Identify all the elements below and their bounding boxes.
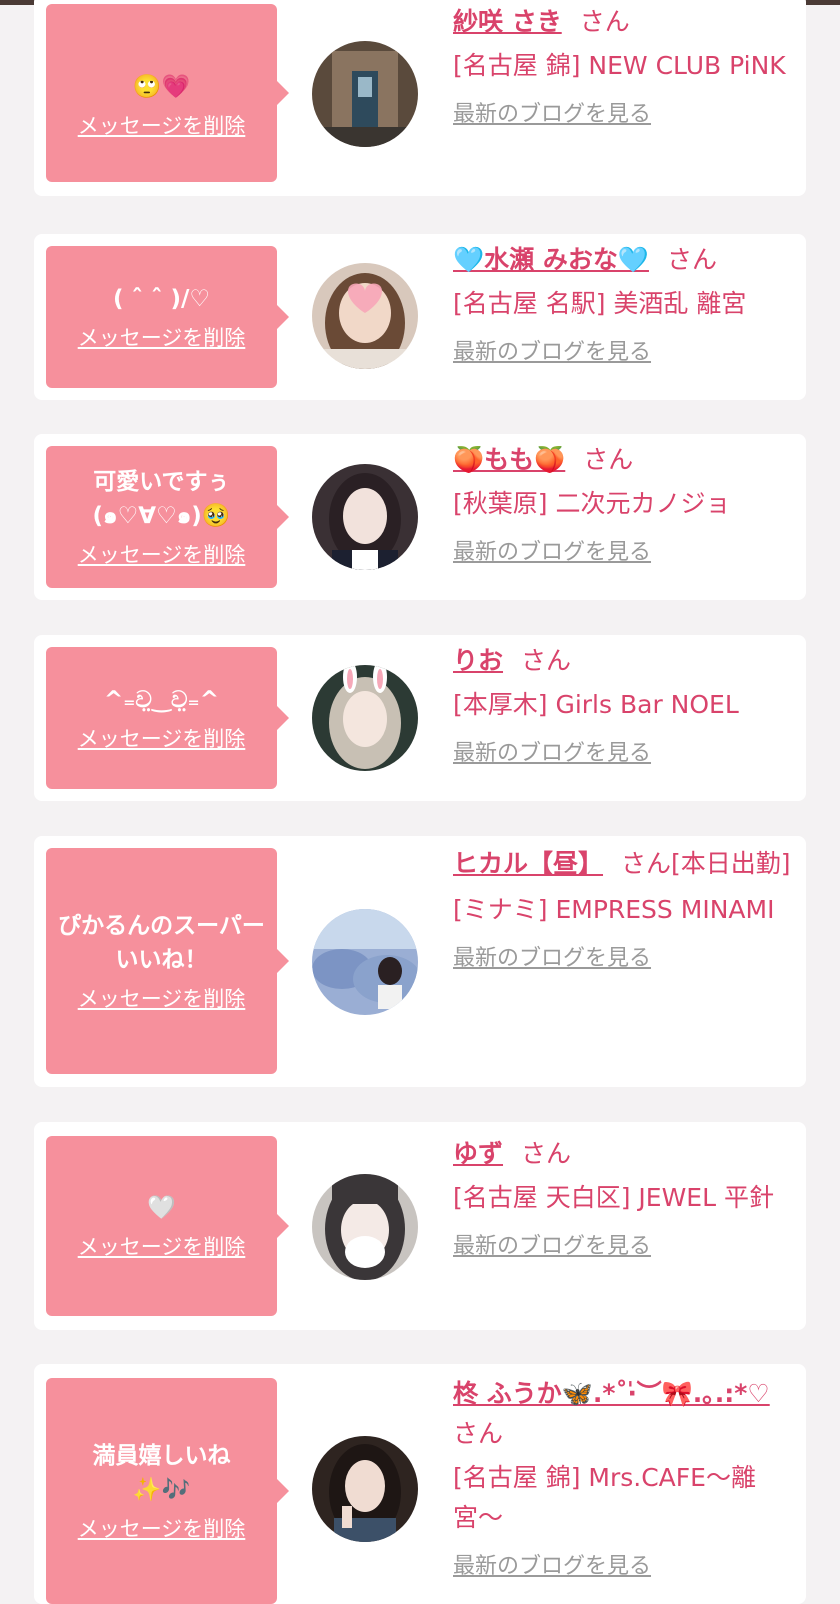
message-bubble: 可愛いですぅ(๑♡∀♡๑)🥹 メッセージを削除 — [46, 446, 289, 588]
honorific: さん — [583, 445, 634, 474]
honorific: さん — [579, 7, 630, 36]
delete-message-link[interactable]: メッセージを削除 — [78, 324, 246, 352]
latest-blog-link[interactable]: 最新のブログを見る — [453, 1552, 651, 1582]
profile-name-link[interactable]: ヒカル【昼】 — [453, 849, 603, 878]
honorific: さん — [521, 1139, 572, 1168]
delete-message-link[interactable]: メッセージを削除 — [78, 541, 246, 569]
avatar[interactable] — [312, 1436, 418, 1542]
latest-blog-link[interactable]: 最新のブログを見る — [453, 100, 651, 130]
message-bubble: ぴかるんのスーパーいいね！ メッセージを削除 — [46, 848, 289, 1074]
profile-info: ヒカル【昼】 さん[本日出勤] [ミナミ] EMPRESS MINAMI 最新のブ… — [453, 842, 795, 974]
list-item: ^₌ව̤‿ව̤₌^ メッセージを削除 りお さん [本厚木] Girls Bar … — [34, 635, 806, 801]
avatar[interactable] — [312, 909, 418, 1015]
avatar[interactable] — [312, 41, 418, 147]
list-item: 🤍 メッセージを削除 ゆず さん [名古屋 天白区] JEWEL 平針 最新のブロ… — [34, 1122, 806, 1330]
delete-message-link[interactable]: メッセージを削除 — [78, 1515, 246, 1543]
delete-message-link[interactable]: メッセージを削除 — [78, 112, 246, 140]
profile-info: 🩵水瀬 みおな🩵 さん [名古屋 名駅] 美酒乱 離宮 最新のブログを見る — [453, 240, 795, 368]
message-text: 満員嬉しいね✨🎶 — [92, 1443, 231, 1503]
profile-name-link[interactable]: 紗咲 さき — [453, 7, 562, 36]
shop-info: [本厚木] Girls Bar NOEL — [453, 690, 739, 719]
message-text: ^₌ව̤‿ව̤₌^ — [104, 687, 219, 713]
honorific: さん — [666, 245, 717, 274]
latest-blog-link[interactable]: 最新のブログを見る — [453, 1232, 651, 1262]
message-bubble: 満員嬉しいね✨🎶 メッセージを削除 — [46, 1378, 289, 1604]
list-item: ( ˆ ˆ )/♡ メッセージを削除 🩵水瀬 みおな🩵 さん [名古屋 名駅] 美… — [34, 234, 806, 400]
profile-name-link[interactable]: ゆず — [453, 1139, 503, 1168]
message-bubble: ( ˆ ˆ )/♡ メッセージを削除 — [46, 246, 289, 388]
profile-name-link[interactable]: 🩵水瀬 みおな🩵 — [453, 245, 649, 274]
delete-message-link[interactable]: メッセージを削除 — [78, 1233, 246, 1261]
profile-info: 紗咲 さき さん [名古屋 錦] NEW CLUB PiNK 最新のブログを見る — [453, 2, 795, 130]
shop-info: [秋葉原] 二次元カノジョ — [453, 489, 731, 518]
list-item: 🙄💗 メッセージを削除 紗咲 さき さん [名古屋 錦] NEW CLUB PiN… — [34, 0, 806, 196]
profile-info: 🍑もも🍑 さん [秋葉原] 二次元カノジョ 最新のブログを見る — [453, 440, 795, 568]
shop-info: [名古屋 名駅] 美酒乱 離宮 — [453, 289, 747, 318]
list-item: ぴかるんのスーパーいいね！ メッセージを削除 ヒカル【昼】 さん[本日出勤] [ミ… — [34, 836, 806, 1087]
honorific: さん — [453, 1419, 504, 1448]
message-bubble: 🙄💗 メッセージを削除 — [46, 4, 289, 182]
message-text: 可愛いですぅ(๑♡∀♡๑)🥹 — [92, 469, 231, 529]
list-item: 満員嬉しいね✨🎶 メッセージを削除 柊 ふうか🦋.*˚‧̍︎︶🎀.｡.:*♡ さん… — [34, 1364, 806, 1604]
latest-blog-link[interactable]: 最新のブログを見る — [453, 338, 651, 368]
avatar[interactable] — [312, 263, 418, 369]
honorific: さん[本日出勤] — [621, 849, 791, 878]
profile-name-link[interactable]: 柊 ふうか🦋.*˚‧̍︎︶🎀.｡.:*♡ — [453, 1379, 770, 1408]
profile-info: りお さん [本厚木] Girls Bar NOEL 最新のブログを見る — [453, 641, 795, 769]
avatar[interactable] — [312, 464, 418, 570]
shop-info: [名古屋 錦] Mrs.CAFE〜離宮〜 — [453, 1463, 756, 1532]
profile-info: ゆず さん [名古屋 天白区] JEWEL 平針 最新のブログを見る — [453, 1134, 795, 1262]
message-text: ( ˆ ˆ )/♡ — [112, 286, 211, 312]
avatar[interactable] — [312, 665, 418, 771]
honorific: さん — [521, 646, 572, 675]
delete-message-link[interactable]: メッセージを削除 — [78, 725, 246, 753]
message-text: ぴかるんのスーパーいいね！ — [58, 913, 265, 973]
shop-info: [名古屋 天白区] JEWEL 平針 — [453, 1183, 774, 1212]
delete-message-link[interactable]: メッセージを削除 — [78, 985, 246, 1013]
message-text: 🤍 — [147, 1195, 176, 1221]
profile-name-link[interactable]: 🍑もも🍑 — [453, 445, 565, 474]
latest-blog-link[interactable]: 最新のブログを見る — [453, 944, 651, 974]
latest-blog-link[interactable]: 最新のブログを見る — [453, 538, 651, 568]
profile-name-link[interactable]: りお — [453, 646, 503, 675]
message-text: 🙄💗 — [132, 74, 191, 100]
avatar[interactable] — [312, 1174, 418, 1280]
shop-info: [ミナミ] EMPRESS MINAMI — [453, 895, 775, 924]
shop-info: [名古屋 錦] NEW CLUB PiNK — [453, 51, 786, 80]
latest-blog-link[interactable]: 最新のブログを見る — [453, 739, 651, 769]
message-bubble: ^₌ව̤‿ව̤₌^ メッセージを削除 — [46, 647, 289, 789]
list-item: 可愛いですぅ(๑♡∀♡๑)🥹 メッセージを削除 🍑もも🍑 さん [秋葉原] 二次元… — [34, 434, 806, 600]
message-bubble: 🤍 メッセージを削除 — [46, 1136, 289, 1316]
profile-info: 柊 ふうか🦋.*˚‧̍︎︶🎀.｡.:*♡ さん [名古屋 錦] Mrs.CAFE〜… — [453, 1374, 795, 1582]
